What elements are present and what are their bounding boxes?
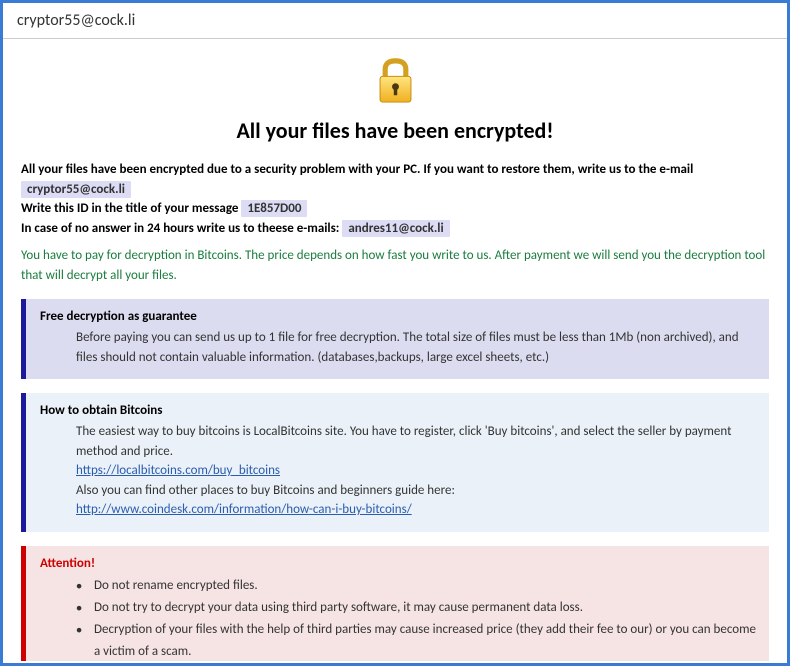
coindesk-link[interactable]: http://www.coindesk.com/information/how-… xyxy=(76,502,412,517)
intro-line2: Write this ID in the title of your messa… xyxy=(21,201,238,216)
intro-line1: All your files have been encrypted due t… xyxy=(21,162,693,177)
obtain-section: How to obtain Bitcoins The easiest way t… xyxy=(21,393,769,532)
window-title-bar: cryptor55@cock.li xyxy=(3,3,787,39)
guarantee-body: Before paying you can send us up to 1 fi… xyxy=(40,328,757,367)
guarantee-title: Free decryption as guarantee xyxy=(40,309,757,324)
attention-title: Attention! xyxy=(40,556,757,571)
primary-email: cryptor55@cock.li xyxy=(21,181,131,198)
obtain-text1: The easiest way to buy bitcoins is Local… xyxy=(76,424,731,459)
lock-icon xyxy=(368,54,423,109)
attention-section: Attention! Do not rename encrypted files… xyxy=(21,546,769,662)
intro-text: All your files have been encrypted due t… xyxy=(21,160,769,238)
attention-list: Do not rename encrypted files. Do not tr… xyxy=(40,575,757,662)
localbitcoins-link[interactable]: https://localbitcoins.com/buy_bitcoins xyxy=(76,463,280,478)
window-title: cryptor55@cock.li xyxy=(17,11,135,30)
obtain-body: The easiest way to buy bitcoins is Local… xyxy=(40,422,757,520)
victim-id: 1E857D00 xyxy=(241,200,307,217)
obtain-title: How to obtain Bitcoins xyxy=(40,403,757,418)
attention-item: Do not try to decrypt your data using th… xyxy=(76,597,757,619)
attention-item: Decryption of your files with the help o… xyxy=(76,619,757,661)
intro-line3: In case of no answer in 24 hours write u… xyxy=(21,221,339,236)
content-area[interactable]: All your files have been encrypted! All … xyxy=(3,39,787,661)
payment-note: You have to pay for decryption in Bitcoi… xyxy=(21,246,769,285)
obtain-text2: Also you can find other places to buy Bi… xyxy=(76,483,455,498)
attention-item: Do not rename encrypted files. xyxy=(76,575,757,597)
guarantee-section: Free decryption as guarantee Before payi… xyxy=(21,299,769,379)
main-heading: All your files have been encrypted! xyxy=(21,117,769,144)
secondary-email: andres11@cock.li xyxy=(342,220,449,237)
